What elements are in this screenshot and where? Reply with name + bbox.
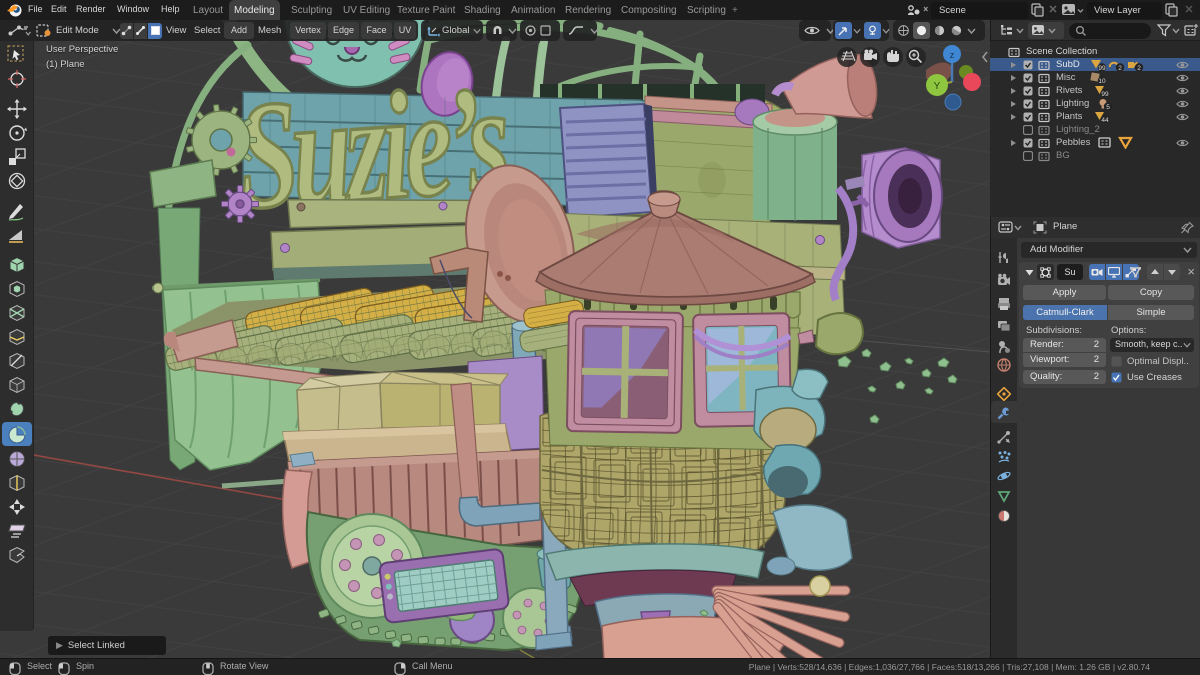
svg-text:Y: Y [934,81,941,92]
svg-text:z: z [950,50,955,60]
